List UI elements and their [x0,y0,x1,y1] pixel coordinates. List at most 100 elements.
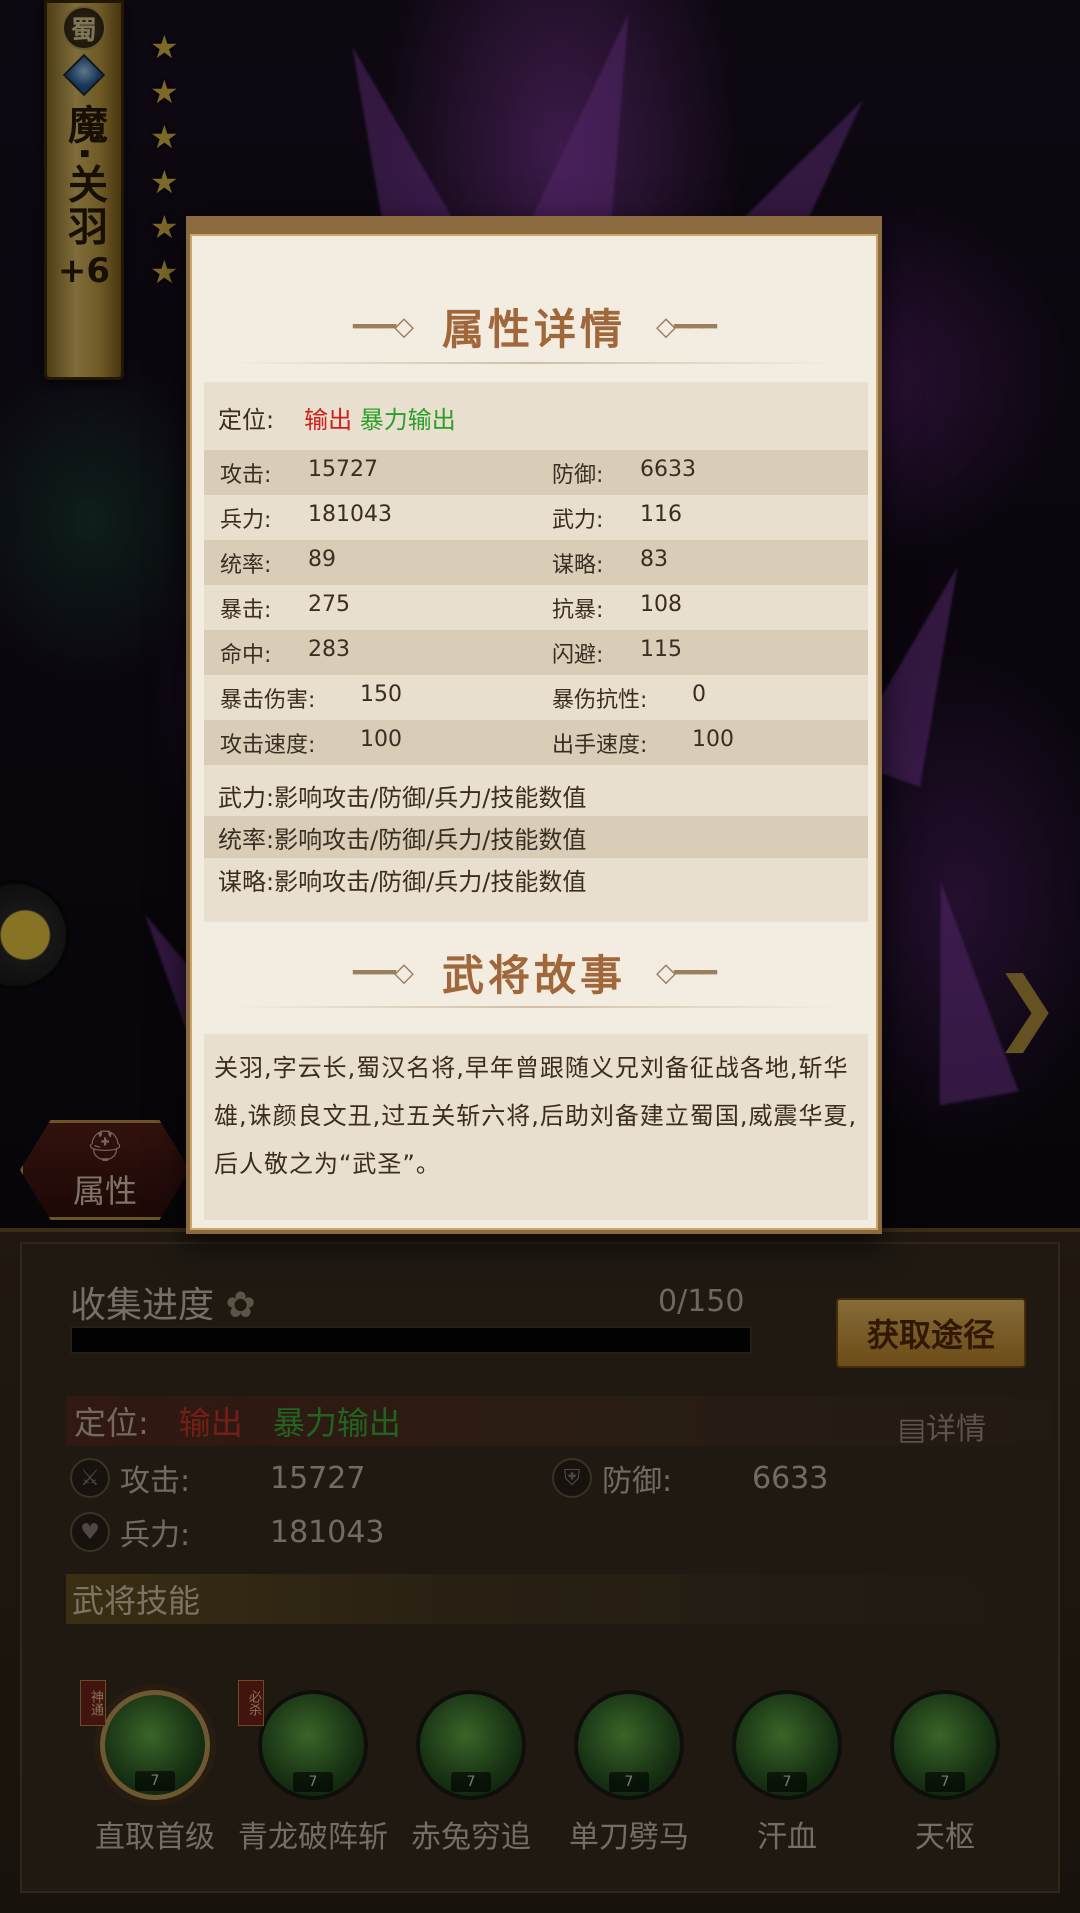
stat-cell: 暴伤抗性: 0 [536,682,868,714]
skill-item[interactable]: 7 赤兔穷追 [396,1690,546,1856]
troops-stat: ♥ 兵力: 181043 [70,1510,385,1554]
stat-grid: 攻击: 15727 防御: 6633 兵力: 181043 武力: 116 统率: 89 谋略: 83… [204,450,868,765]
hero-name: 魔·关羽 [61,104,107,248]
attr-title-row: ━━━◇ 属性详情 ◇━━━ [190,296,878,357]
skill-name: 直取首级 [95,1820,215,1855]
stat-value: 15727 [308,456,378,482]
stat-row: 暴击伤害: 150 暴伤抗性: 0 [204,675,868,720]
stat-label: 出手速度: [552,732,648,758]
stat-label: 武力: [552,507,604,533]
stat-row: 攻击: 15727 防御: 6633 [204,450,868,495]
stat-description: 谋略:影响攻击/防御/兵力/技能数值 [218,867,587,896]
skill-item[interactable]: 7 单刀劈马 [554,1690,704,1856]
stat-row: 命中: 283 闪避: 115 [204,630,868,675]
stat-row: 兵力: 181043 武力: 116 [204,495,868,540]
stat-label: 暴击伤害: [220,687,316,713]
collect-progress-count: 0/150 [658,1284,745,1319]
star-icon: ★ [150,253,179,291]
skill-item[interactable]: 7 汗血 [712,1690,862,1856]
tab-attributes-label: 属性 [72,1171,137,1210]
story-text: 关羽,字云长,蜀汉名将,早年曾跟随义兄刘备征战各地,斩华雄,诛颜良文丑,过五关斩… [214,1054,858,1178]
role-label: 定位: [74,1404,149,1442]
stat-cell: 兵力: 181043 [204,502,536,534]
heart-icon: ♥ [70,1512,110,1552]
left-ornament-icon: ━━━◇ [353,957,414,988]
skill-icon[interactable]: 7 [416,1690,526,1800]
next-hero-arrow-icon[interactable]: ❯ [993,960,1060,1053]
skill-icon[interactable]: 7 [100,1690,210,1800]
stat-value: 100 [360,726,402,752]
stat-cell: 暴击: 275 [204,592,536,624]
gem-icon [62,53,106,97]
skill-icon[interactable]: 7 [574,1690,684,1800]
star-icon: ★ [150,28,179,66]
stat-cell: 统率: 89 [204,547,536,579]
detail-button[interactable]: ▤详情 [898,1404,986,1448]
stat-cell: 闪避: 115 [536,637,868,669]
right-ornament-icon: ◇━━━ [656,957,717,988]
attack-label: 攻击: [120,1464,191,1499]
skill-icon[interactable]: 7 [890,1690,1000,1800]
stat-cell: 命中: 283 [204,637,536,669]
collect-progress-title: 收集进度 ✿ [70,1285,256,1326]
stat-cell: 抗暴: 108 [536,592,868,624]
defense-stat: ⛨ 防御: 6633 [552,1456,828,1500]
stat-value: 275 [308,591,350,617]
stat-label: 暴击: [220,597,272,623]
stat-label: 暴伤抗性: [552,687,648,713]
stat-cell: 武力: 116 [536,502,868,534]
stat-label: 兵力: [220,507,272,533]
stat-cell: 暴击伤害: 150 [204,682,536,714]
tab-attributes[interactable]: ⛑ 属性 [20,1120,190,1220]
stat-value: 108 [640,591,682,617]
stat-cell: 攻击速度: 100 [204,727,536,759]
stat-value: 283 [308,636,350,662]
stat-label: 攻击: [220,462,272,488]
popup-role-row: 定位: 输出 暴力输出 [218,400,456,435]
attack-stat: ⚔ 攻击: 15727 [70,1456,365,1500]
skill-level: 7 [767,1772,807,1792]
document-icon: ▤ [897,1412,926,1447]
stat-row: 暴击: 275 抗暴: 108 [204,585,868,630]
collect-progress-bar [70,1326,752,1354]
hero-stars: ★ ★ ★ ★ ★ ★ [150,30,179,289]
stat-label: 谋略: [552,552,604,578]
stat-label: 命中: [220,642,272,668]
skill-tag: 神通 [80,1680,106,1726]
skill-item[interactable]: 7 天枢 [870,1690,1020,1856]
sword-icon: ⚔ [70,1458,110,1498]
stat-row: 攻击速度: 100 出手速度: 100 [204,720,868,765]
skill-icon[interactable]: 7 [732,1690,842,1800]
skill-item[interactable]: 7 神通直取首级 [80,1680,230,1856]
get-source-button[interactable]: 获取途径 [836,1298,1026,1368]
stat-value: 115 [640,636,682,662]
stat-label: 闪避: [552,642,604,668]
stat-label: 统率: [220,552,272,578]
attribute-detail-popup: ━━━◇ 属性详情 ◇━━━ 定位: 输出 暴力输出 攻击: 15727 防御: 66… [186,216,882,1234]
stat-value: 83 [640,546,668,572]
skill-icon[interactable]: 7 [258,1690,368,1800]
stat-value: 6633 [640,456,696,482]
stat-cell: 谋略: 83 [536,547,868,579]
kingdom-badge: 蜀 [62,6,106,50]
stat-value: 0 [692,681,706,707]
popup-role-primary: 输出 [304,406,353,434]
stat-value: 150 [360,681,402,707]
helmet-icon: ⛑ [85,1128,125,1164]
skill-level: 7 [451,1772,491,1792]
attack-value: 15727 [270,1460,366,1496]
stat-descriptions: 武力:影响攻击/防御/兵力/技能数值 统率:影响攻击/防御/兵力/技能数值 谋略:影… [204,774,868,900]
skill-name: 单刀劈马 [569,1820,689,1855]
story-box: 关羽,字云长,蜀汉名将,早年曾跟随义兄刘备征战各地,斩华雄,诛颜良文丑,过五关斩… [204,1034,868,1220]
star-icon: ★ [150,208,179,246]
star-icon: ★ [150,73,179,111]
skill-level: 7 [135,1771,175,1791]
stat-label: 抗暴: [552,597,604,623]
skill-item[interactable]: 7 必杀 青龙破阵斩 [238,1680,388,1856]
stat-value: 181043 [308,501,392,527]
skill-level: 7 [609,1772,649,1792]
stat-description: 武力:影响攻击/防御/兵力/技能数值 [218,783,587,812]
stat-cell: 出手速度: 100 [536,727,868,759]
defense-value: 6633 [752,1460,829,1496]
popup-role-secondary: 暴力输出 [359,406,456,434]
